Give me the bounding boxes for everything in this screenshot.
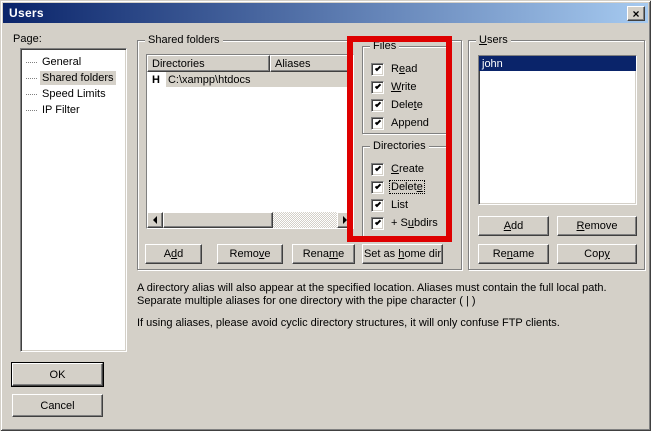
column-header-label: Aliases <box>275 58 310 70</box>
checkbox-box[interactable] <box>371 181 384 194</box>
page-item-speed-limits[interactable]: Speed Limits <box>21 86 126 102</box>
alias-help-text: A directory alias will also appear at th… <box>137 282 635 330</box>
users-group-label: Users <box>476 34 511 47</box>
page-item-label: General <box>40 55 83 69</box>
user-name: john <box>482 58 503 70</box>
users-group: Users john Add Remove Rename Copy <box>468 40 645 270</box>
tree-branch-icon <box>26 78 37 79</box>
checkbox-create[interactable]: Create <box>371 160 443 178</box>
directories-listview[interactable]: Directories Aliases H C:\xampp\htdocs <box>146 54 354 229</box>
scroll-right-button[interactable] <box>337 212 353 228</box>
home-flag: H <box>152 72 160 87</box>
check-icon <box>374 82 380 88</box>
checkbox-box[interactable] <box>371 117 384 130</box>
remove-user-button[interactable]: Remove <box>557 216 637 236</box>
column-header-label: Directories <box>152 58 205 70</box>
listview-header: Directories Aliases <box>147 55 353 72</box>
checkbox-write[interactable]: Write <box>371 78 443 96</box>
arrow-left-icon <box>153 216 157 224</box>
set-as-home-dir-button[interactable]: Set as home dir <box>362 244 443 264</box>
close-icon: × <box>632 8 639 20</box>
checkbox-label: + Subdirs <box>389 216 440 230</box>
files-group-label: Files <box>370 40 399 53</box>
checkbox-box[interactable] <box>371 63 384 76</box>
copy-user-button[interactable]: Copy <box>557 244 637 264</box>
directory-row[interactable]: H C:\xampp\htdocs <box>147 72 353 87</box>
check-icon <box>374 118 380 124</box>
check-icon <box>374 218 380 224</box>
check-icon <box>374 200 380 206</box>
checkbox-label: Delete <box>389 180 425 194</box>
tree-branch-icon <box>26 94 37 95</box>
rename-user-button[interactable]: Rename <box>478 244 549 264</box>
scrollbar-thumb[interactable] <box>163 212 273 228</box>
checkbox-label: Read <box>389 62 419 76</box>
directories-checkbox-list: Create Delete List + Subdirs <box>371 160 443 232</box>
directory-path: C:\xampp\htdocs <box>166 72 353 87</box>
checkbox-label: Delete <box>389 98 425 112</box>
alias-help-paragraph-2: If using aliases, please avoid cyclic di… <box>137 317 635 330</box>
users-list[interactable]: john <box>478 55 637 205</box>
page-item-general[interactable]: General <box>21 54 126 70</box>
add-directory-button[interactable]: Add <box>145 244 202 264</box>
add-user-button[interactable]: Add <box>478 216 549 236</box>
checkbox-delete-files[interactable]: Delete <box>371 96 443 114</box>
close-button[interactable]: × <box>627 6 645 21</box>
remove-directory-button[interactable]: Remove <box>217 244 283 264</box>
horizontal-scrollbar[interactable] <box>147 212 353 228</box>
check-icon <box>374 64 380 70</box>
tree-branch-icon <box>26 110 37 111</box>
checkbox-label: Create <box>389 162 426 176</box>
checkbox-label: Append <box>389 116 431 130</box>
checkbox-box[interactable] <box>371 199 384 212</box>
checkbox-label: List <box>389 198 410 212</box>
directories-group-label: Directories <box>370 140 429 153</box>
user-row-john[interactable]: john <box>479 56 636 71</box>
ok-button[interactable]: OK <box>12 363 103 386</box>
shared-folders-group-label: Shared folders <box>145 34 223 47</box>
directories-permissions-group: Directories Create Delete List + Subdirs <box>362 146 448 238</box>
checkbox-box[interactable] <box>371 217 384 230</box>
check-icon <box>374 182 380 188</box>
page-item-label: Speed Limits <box>40 87 108 101</box>
listview-body: H C:\xampp\htdocs <box>147 72 353 212</box>
cancel-button[interactable]: Cancel <box>12 394 103 417</box>
checkbox-append[interactable]: Append <box>371 114 443 132</box>
window-title: Users <box>9 6 44 20</box>
checkbox-subdirs[interactable]: + Subdirs <box>371 214 443 232</box>
page-item-shared-folders[interactable]: Shared folders <box>21 70 126 86</box>
check-icon <box>374 164 380 170</box>
column-header-aliases[interactable]: Aliases <box>270 55 353 72</box>
files-checkbox-list: Read Write Delete Append <box>371 60 443 132</box>
check-icon <box>374 100 380 106</box>
checkbox-label: Write <box>389 80 418 94</box>
files-permissions-group: Files Read Write Delete Append <box>362 46 448 134</box>
users-dialog: Users × Page: General Shared folders Spe… <box>0 0 651 431</box>
page-item-label: IP Filter <box>40 103 82 117</box>
alias-help-paragraph-1: A directory alias will also appear at th… <box>137 282 635 308</box>
checkbox-list[interactable]: List <box>371 196 443 214</box>
checkbox-delete-directories[interactable]: Delete <box>371 178 443 196</box>
tree-branch-icon <box>26 62 37 63</box>
page-list[interactable]: General Shared folders Speed Limits IP F… <box>20 48 127 352</box>
checkbox-box[interactable] <box>371 81 384 94</box>
page-item-ip-filter[interactable]: IP Filter <box>21 102 126 118</box>
scroll-left-button[interactable] <box>147 212 163 228</box>
column-header-directories[interactable]: Directories <box>147 55 270 72</box>
page-label: Page: <box>13 33 42 45</box>
scrollbar-track[interactable] <box>163 212 337 228</box>
checkbox-box[interactable] <box>371 99 384 112</box>
checkbox-read[interactable]: Read <box>371 60 443 78</box>
title-bar[interactable]: Users <box>3 3 648 23</box>
arrow-right-icon <box>343 216 347 224</box>
checkbox-box[interactable] <box>371 163 384 176</box>
page-item-label: Shared folders <box>40 71 116 85</box>
rename-directory-button[interactable]: Rename <box>292 244 355 264</box>
